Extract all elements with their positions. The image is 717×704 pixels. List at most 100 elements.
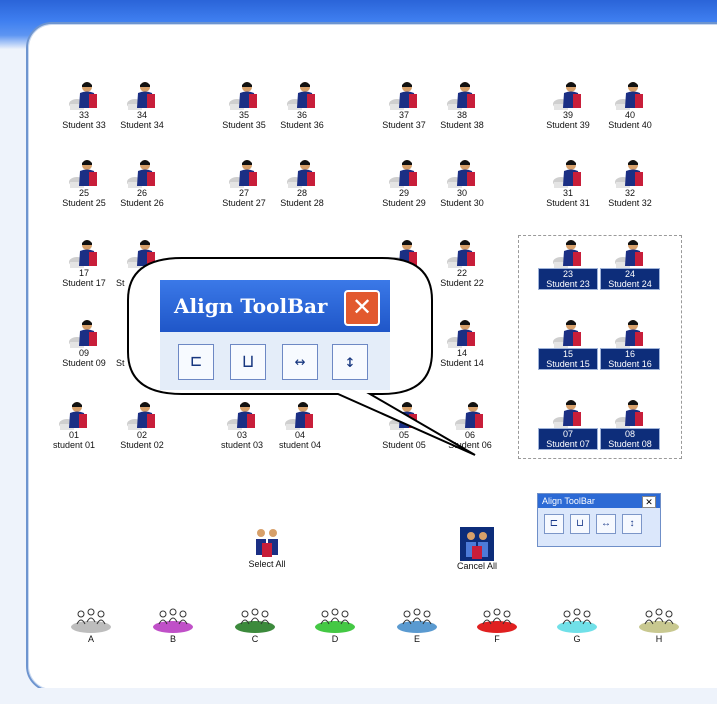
student-icon [613,398,647,428]
student-icon [445,318,479,348]
group-icon [68,606,114,634]
student-30[interactable]: 30 Student 30 [430,158,494,228]
student-25[interactable]: 25 Student 25 [52,158,116,228]
align-toolbar-small[interactable]: Align ToolBar ✕ ⊏ ⊔ ↔ ↕ [537,493,661,547]
student-icon [387,80,421,110]
student-02[interactable]: 02 Student 02 [110,400,174,470]
student-26[interactable]: 26 Student 26 [110,158,174,228]
group-a-button[interactable]: A [64,606,118,644]
student-icon [67,238,101,268]
close-icon[interactable]: ✕ [344,290,380,326]
group-icon [554,606,600,634]
student-icon [551,318,585,348]
student-15[interactable]: 15 Student 15 [536,318,600,388]
student-icon [125,158,159,188]
group-f-button[interactable]: F [470,606,524,644]
group-d-button[interactable]: D [308,606,362,644]
student-icon [125,80,159,110]
student-icon [387,318,421,348]
space-vertical-icon[interactable]: ↕ [332,344,368,380]
student-39[interactable]: 39 Student 39 [536,80,600,150]
student-icon [283,400,317,430]
student-29[interactable]: 29 Student 29 [372,158,436,228]
student-04[interactable]: 04 student 04 [268,400,332,470]
student-24[interactable]: 24 Student 24 [598,238,662,308]
student-icon [613,158,647,188]
select-all-button[interactable]: Select All [244,525,290,569]
student-05[interactable]: 05 Student 05 [372,400,436,470]
student-icon [613,318,647,348]
align-bottom-icon[interactable]: ⊔ [230,344,266,380]
student-08[interactable]: 08 Student 08 [598,398,662,468]
group-icon [232,606,278,634]
group-students-icon [256,529,278,557]
select-all-label: Select All [248,559,286,569]
student-icon [227,158,261,188]
group-g-button[interactable]: G [550,606,604,644]
student-06[interactable]: 06 Student 06 [438,400,502,470]
group-b-button[interactable]: B [146,606,200,644]
group-e-button[interactable]: E [390,606,444,644]
student-17[interactable]: 17 Student 17 [52,238,116,308]
student-icon [285,80,319,110]
student-09[interactable]: 09 Student 09 [52,318,116,388]
student-icon [57,400,91,430]
student-icon [453,400,487,430]
group-icon [636,606,682,634]
space-horizontal-icon[interactable]: ↔ [596,514,616,534]
student-37[interactable]: 37 Student 37 [372,80,436,150]
group-c-button[interactable]: C [228,606,282,644]
student-33[interactable]: 33 Student 33 [52,80,116,150]
close-icon[interactable]: ✕ [642,496,656,508]
student-38[interactable]: 38 Student 38 [430,80,494,150]
toolbar-title: Align ToolBar [174,294,328,318]
toolbar-title-bar: Align ToolBar ✕ [160,280,390,332]
student-32[interactable]: 32 Student 32 [598,158,662,228]
window-bottom-edge [0,688,717,704]
align-left-icon[interactable]: ⊏ [178,344,214,380]
student-01[interactable]: 01 student 01 [42,400,106,470]
cancel-all-button[interactable]: Cancel All [452,527,502,571]
align-bottom-icon[interactable]: ⊔ [570,514,590,534]
align-left-icon[interactable]: ⊏ [544,514,564,534]
student-icon [285,158,319,188]
group-students-selected-icon [460,527,494,561]
student-36[interactable]: 36 Student 36 [270,80,334,150]
group-h-button[interactable]: H [632,606,686,644]
student-icon [387,238,421,268]
student-icon [551,158,585,188]
student-16[interactable]: 16 Student 16 [598,318,662,388]
group-icon [394,606,440,634]
space-horizontal-icon[interactable]: ↔ [282,344,318,380]
student-icon [613,238,647,268]
student-14[interactable]: 14 Student 14 [430,318,494,388]
student-icon [227,80,261,110]
student-icon [445,158,479,188]
student-23[interactable]: 23 Student 23 [536,238,600,308]
student-icon [551,398,585,428]
student-icon [551,238,585,268]
cancel-all-label: Cancel All [456,561,498,571]
space-vertical-icon[interactable]: ↕ [622,514,642,534]
student-40[interactable]: 40 Student 40 [598,80,662,150]
student-07[interactable]: 07 Student 07 [536,398,600,468]
student-22[interactable]: 22 Student 22 [430,238,494,308]
student-31[interactable]: 31 Student 31 [536,158,600,228]
student-27[interactable]: 27 Student 27 [212,158,276,228]
student-34[interactable]: 34 Student 34 [110,80,174,150]
student-icon [225,400,259,430]
student-icon [445,80,479,110]
student-icon [67,80,101,110]
student-icon [387,400,421,430]
student-icon [551,80,585,110]
toolbar-body: ⊏ ⊔ ↔ ↕ [160,332,390,390]
group-icon [474,606,520,634]
student-35[interactable]: 35 Student 35 [212,80,276,150]
align-toolbar-zoomed: Align ToolBar ✕ ⊏ ⊔ ↔ ↕ [160,280,390,390]
student-icon [67,158,101,188]
student-28[interactable]: 28 Student 28 [270,158,334,228]
student-icon [613,80,647,110]
student-icon [125,400,159,430]
student-icon [125,238,159,268]
student-03[interactable]: 03 student 03 [210,400,274,470]
